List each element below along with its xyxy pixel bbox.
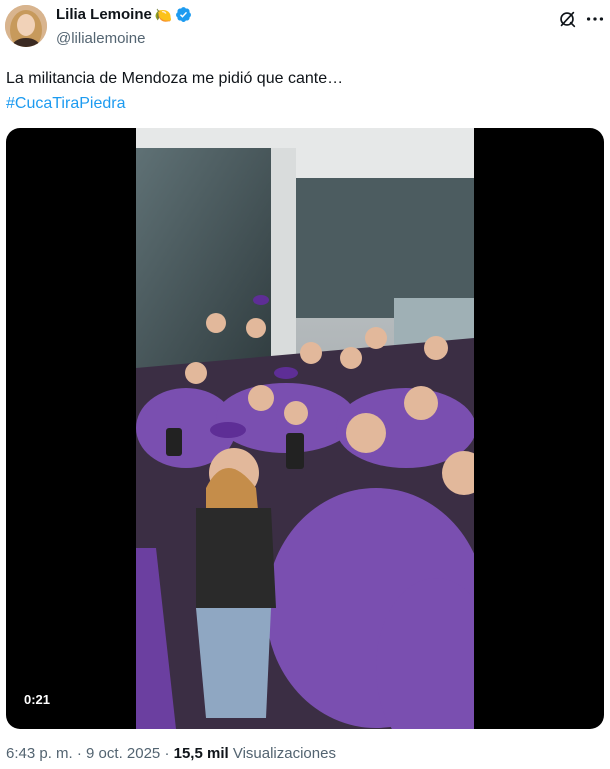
views-label[interactable]: Visualizaciones [233, 745, 336, 762]
views-count: 15,5 mil [173, 745, 229, 762]
tweet-body: La militancia de Mendoza me pidió que ca… [6, 66, 343, 116]
post-date[interactable]: 9 oct. 2025 [86, 745, 160, 762]
meta-separator: · [72, 745, 87, 762]
lemon-emoji: 🍋 [154, 6, 173, 23]
author-display-name[interactable]: Lilia Lemoine [56, 6, 152, 23]
video-duration-badge: 0:21 [18, 690, 57, 709]
post-time[interactable]: 6:43 p. m. [6, 745, 73, 762]
avatar[interactable] [5, 5, 47, 47]
hashtag-link[interactable]: #CucaTiraPiedra [6, 91, 343, 116]
more-options-icon[interactable] [584, 8, 606, 30]
tweet-metadata: 6:43 p. m. · 9 oct. 2025 · 15,5 mil Visu… [6, 745, 336, 762]
meta-separator: · [160, 745, 174, 762]
author-handle[interactable]: @lilialemoine [56, 30, 145, 47]
tweet-text: La militancia de Mendoza me pidió que ca… [6, 70, 344, 87]
verified-badge-icon [175, 6, 192, 23]
tweet-header: Lilia Lemoine 🍋 @lilialemoine [0, 0, 610, 56]
video-player[interactable]: 0:21 [6, 128, 604, 729]
video-thumbnail[interactable] [136, 128, 474, 729]
grok-icon[interactable] [556, 8, 578, 30]
author-name-row[interactable]: Lilia Lemoine 🍋 [56, 6, 192, 23]
